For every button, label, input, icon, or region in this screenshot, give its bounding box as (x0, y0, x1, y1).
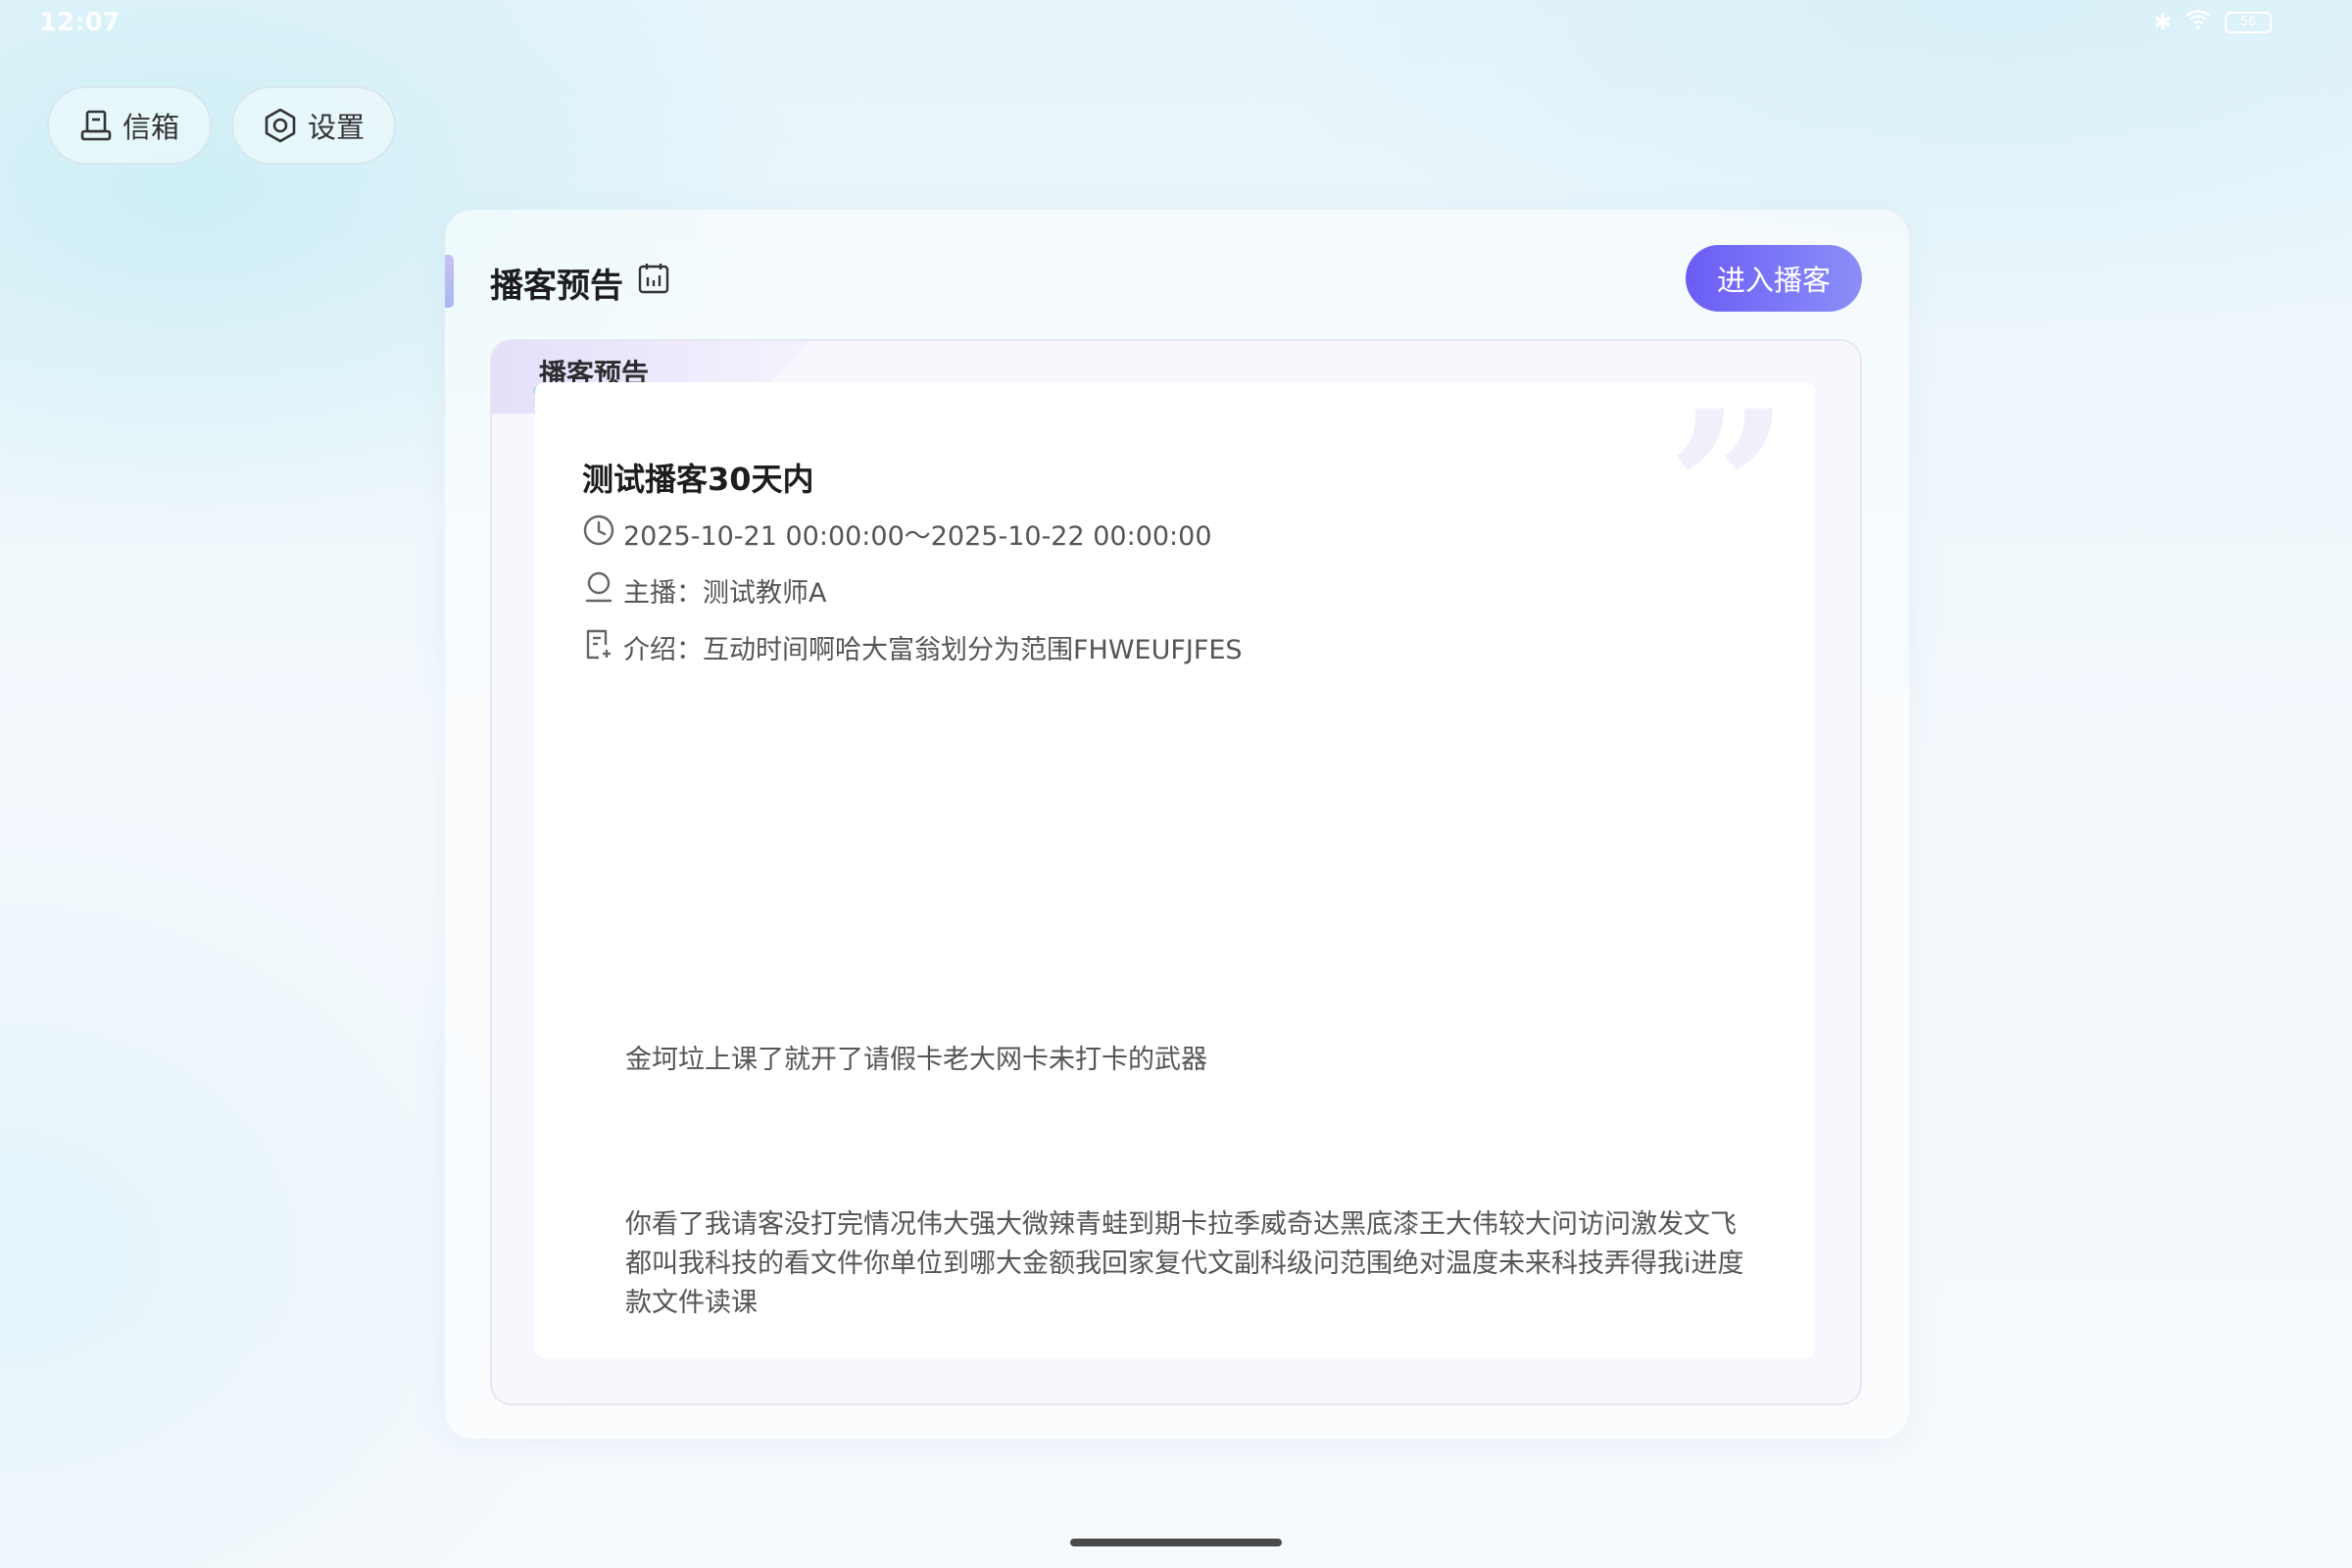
wifi-icon (2185, 10, 2211, 35)
episode-time-row: 2025-10-21 00:00:00～2025-10-22 00:00:00 (582, 514, 1212, 554)
document-icon (582, 627, 615, 667)
episode-title: 测试播客30天内 (582, 461, 814, 498)
user-icon (582, 570, 615, 611)
card-title: 播客预告 (490, 259, 670, 307)
episode-host-row: 主播：测试教师A (582, 570, 826, 611)
status-icons: ✱ 56 (2154, 10, 2272, 35)
quote-mark-icon: ” (1666, 363, 1790, 616)
settings-button[interactable]: 设置 (231, 86, 396, 165)
card-title-text: 播客预告 (490, 267, 623, 306)
settings-label: 设置 (307, 111, 365, 144)
bluetooth-icon: ✱ (2153, 10, 2172, 35)
home-indicator[interactable] (1070, 1539, 1282, 1546)
inbox-button[interactable]: 信箱 (47, 86, 212, 165)
gear-icon (263, 108, 298, 143)
card-accent-bar (445, 255, 454, 308)
intro-paragraph-2: 你看了我请客没打完情况伟大强大微辣青蛙到期卡拉季威奇达黑底漆王大伟较大问访问激发… (625, 1209, 1744, 1318)
inbox-label: 信箱 (122, 111, 179, 144)
episode-time-range: 2025-10-21 00:00:00～2025-10-22 00:00:00 (623, 521, 1212, 552)
battery-icon: 56 (2225, 12, 2272, 33)
status-time: 12:07 (39, 8, 121, 37)
intro-paragraph-1: 金坷垃上课了就开了请假卡老大网卡未打卡的武器 (625, 1045, 1207, 1075)
episode-host: 主播：测试教师A (623, 578, 827, 609)
clock-icon (582, 514, 615, 554)
episode-intro-row: 介绍：互动时间啊哈大富翁划分为范围FHWEUFJFES (582, 627, 1243, 667)
episode-intro: 介绍：互动时间啊哈大富翁划分为范围FHWEUFJFES (623, 635, 1243, 665)
inbox-icon (79, 109, 113, 142)
calendar-chart-icon[interactable] (637, 262, 670, 304)
enter-podcast-button[interactable]: 进入播客 (1686, 245, 1862, 312)
